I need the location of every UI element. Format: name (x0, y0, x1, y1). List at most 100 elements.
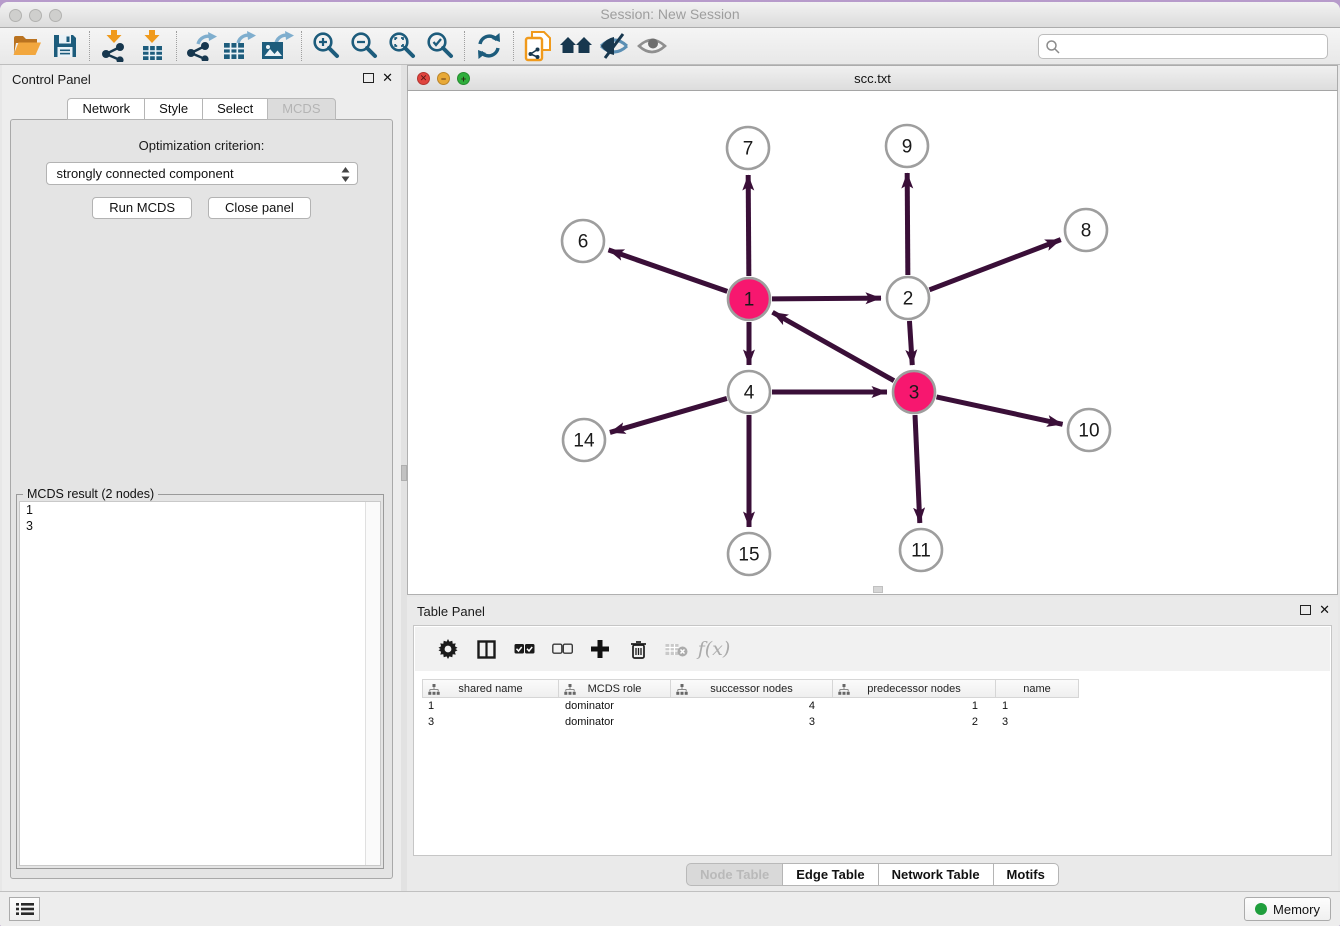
graph-node-15[interactable]: 15 (728, 533, 770, 575)
graph-node-11[interactable]: 11 (900, 529, 942, 571)
show-columns-button[interactable] (467, 631, 505, 667)
cell-shared-name[interactable]: 1 (422, 698, 559, 714)
graph-node-2[interactable]: 2 (887, 277, 929, 319)
delete-row-button[interactable] (619, 631, 657, 667)
close-panel-icon[interactable]: ✕ (1319, 604, 1330, 615)
home-layout-button[interactable] (557, 29, 595, 63)
export-table-button[interactable] (220, 29, 258, 63)
hide-details-button[interactable] (595, 29, 633, 63)
graph-node-8[interactable]: 8 (1065, 209, 1107, 251)
close-panel-icon[interactable]: ✕ (382, 72, 393, 83)
column-header-name[interactable]: name (996, 679, 1079, 698)
graph-node-4[interactable]: 4 (728, 371, 770, 413)
add-row-button[interactable] (581, 631, 619, 667)
table-settings-button[interactable] (429, 631, 467, 667)
network-graph[interactable]: 7 9 6 8 1 2 4 3 14 10 15 11 (408, 91, 1337, 594)
zoom-selected-button[interactable] (421, 29, 459, 63)
column-header-predecessor-nodes[interactable]: predecessor nodes (833, 679, 996, 698)
export-network-button[interactable] (182, 29, 220, 63)
graph-node-10[interactable]: 10 (1068, 409, 1110, 451)
refresh-view-button[interactable] (470, 29, 508, 63)
cell-name[interactable]: 3 (996, 714, 1079, 730)
edge-2-8[interactable] (929, 240, 1060, 290)
close-panel-button[interactable]: Close panel (208, 197, 311, 219)
main-titlebar: Session: New Session (0, 2, 1340, 28)
save-session-button[interactable] (46, 29, 84, 63)
tab-mcds[interactable]: MCDS (267, 98, 335, 120)
column-header-shared-name[interactable]: shared name (422, 679, 559, 698)
run-mcds-button[interactable]: Run MCDS (92, 197, 192, 219)
float-panel-icon[interactable] (363, 73, 374, 83)
export-network-icon (185, 31, 217, 61)
search-input[interactable] (1061, 35, 1327, 58)
edge-3-10[interactable] (936, 397, 1062, 424)
table-panel: Table Panel ✕ (407, 597, 1338, 891)
zoom-in-button[interactable] (307, 29, 345, 63)
node-table[interactable]: shared nameMCDS rolesuccessor nodesprede… (422, 679, 1331, 730)
tab-node-table[interactable]: Node Table (686, 863, 782, 886)
column-header-successor-nodes[interactable]: successor nodes (671, 679, 833, 698)
graph-node-3[interactable]: 3 (893, 371, 935, 413)
result-scrollbar[interactable] (365, 502, 380, 865)
edge-3-11[interactable] (915, 415, 920, 523)
open-session-button[interactable] (8, 29, 46, 63)
edge-2-9[interactable] (907, 173, 908, 275)
criterion-dropdown[interactable]: strongly connected component (46, 162, 358, 185)
function-builder-button[interactable]: f(x) (695, 631, 733, 667)
cell-predecessor-nodes[interactable]: 2 (833, 714, 996, 730)
graph-node-7[interactable]: 7 (727, 127, 769, 169)
cell-mcds-role[interactable]: dominator (559, 698, 671, 714)
tab-style[interactable]: Style (144, 98, 202, 120)
memory-status-icon (1255, 903, 1267, 915)
tab-network-table[interactable]: Network Table (878, 863, 993, 886)
tab-select[interactable]: Select (202, 98, 267, 120)
edge-3-1[interactable] (773, 312, 894, 380)
float-panel-icon[interactable] (1300, 605, 1311, 615)
tab-edge-table[interactable]: Edge Table (782, 863, 877, 886)
search-field[interactable] (1038, 34, 1328, 59)
zoom-out-button[interactable] (345, 29, 383, 63)
zoom-fit-button[interactable] (383, 29, 421, 63)
table-row[interactable]: 3dominator323 (422, 714, 1331, 730)
eye-icon (636, 33, 668, 59)
cell-mcds-role[interactable]: dominator (559, 714, 671, 730)
tab-motifs[interactable]: Motifs (993, 863, 1059, 886)
import-network-button[interactable] (95, 29, 133, 63)
graph-node-14[interactable]: 14 (563, 419, 605, 461)
tab-network[interactable]: Network (67, 98, 144, 120)
hierarchy-icon (676, 684, 688, 695)
network-canvas[interactable]: 7 9 6 8 1 2 4 3 14 10 15 11 (407, 91, 1338, 595)
export-image-icon (260, 31, 294, 61)
column-header-mcds-role[interactable]: MCDS role (559, 679, 671, 698)
select-all-rows-button[interactable] (505, 631, 543, 667)
export-image-button[interactable] (258, 29, 296, 63)
edge-4-14[interactable] (610, 398, 727, 432)
show-details-button[interactable] (633, 29, 671, 63)
graph-node-6[interactable]: 6 (562, 220, 604, 262)
memory-label: Memory (1273, 902, 1320, 917)
cell-successor-nodes[interactable]: 4 (671, 698, 833, 714)
cell-predecessor-nodes[interactable]: 1 (833, 698, 996, 714)
cell-successor-nodes[interactable]: 3 (671, 714, 833, 730)
plus-icon (591, 640, 609, 658)
edge-2-3[interactable] (909, 321, 912, 365)
graph-node-9[interactable]: 9 (886, 125, 928, 167)
task-history-button[interactable] (9, 897, 40, 921)
unselect-all-rows-button[interactable] (543, 631, 581, 667)
delete-table-button[interactable] (657, 631, 695, 667)
canvas-hscroll-grip[interactable] (873, 586, 883, 593)
optimization-criterion-label: Optimization criterion: (11, 138, 392, 153)
table-row[interactable]: 1dominator411 (422, 698, 1331, 714)
mcds-result-list[interactable]: 1 3 (19, 501, 381, 866)
edge-1-6[interactable] (608, 250, 727, 292)
open-network-file-button[interactable] (519, 29, 557, 63)
import-table-button[interactable] (133, 29, 171, 63)
cell-shared-name[interactable]: 3 (422, 714, 559, 730)
cell-name[interactable]: 1 (996, 698, 1079, 714)
graph-node-1[interactable]: 1 (728, 278, 770, 320)
svg-text:1: 1 (744, 290, 755, 311)
edge-1-2[interactable] (772, 298, 881, 299)
memory-button[interactable]: Memory (1244, 897, 1331, 921)
criterion-value: strongly connected component (57, 166, 234, 181)
edge-1-7[interactable] (748, 175, 749, 276)
